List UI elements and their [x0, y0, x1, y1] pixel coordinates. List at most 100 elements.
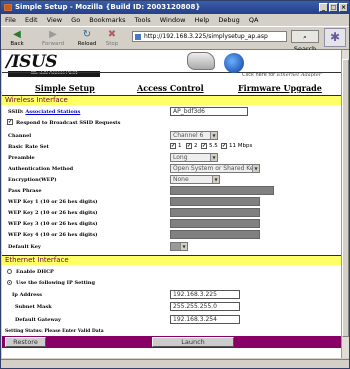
menu-qa[interactable]: QA [249, 16, 259, 24]
menu-bar: File Edit View Go Bookmarks Tools Window… [1, 14, 349, 26]
url-field[interactable]: http://192.168.3.225/simplysetup_ap.asp [132, 31, 287, 42]
gateway-input[interactable]: 192.168.3.254 [170, 315, 240, 324]
window-title: Simple Setup - Mozilla {Build ID: 200312… [15, 3, 201, 11]
forward-label: Forward [41, 41, 65, 47]
device-image [187, 52, 215, 70]
wep-key3-row: WEP Key 3 (10 or 26 hex digits) [2, 218, 341, 229]
forward-arrow-icon: ▶ [49, 29, 57, 40]
dhcp-row: Enable DHCP [2, 266, 341, 277]
maximize-button[interactable]: □ [329, 3, 338, 12]
search-button[interactable]: ⌕ Search [291, 30, 319, 53]
menu-tools[interactable]: Tools [135, 16, 151, 24]
static-ip-row: Use the following IP Setting [2, 277, 341, 288]
rate-1-label: 1 [178, 143, 182, 149]
rate-5-5-checkbox[interactable]: ✓ [201, 143, 207, 149]
setting-status: Setting Status: Please Enter Valid Data [5, 329, 104, 334]
nav-simple-setup[interactable]: Simple Setup [35, 83, 95, 93]
channel-label: Channel [8, 133, 32, 139]
rate-2-checkbox[interactable]: ✓ [186, 143, 192, 149]
nav-access-control[interactable]: Access Control [137, 83, 204, 93]
wep-key4-label: WEP Key 4 (10 or 26 hex digits) [8, 232, 98, 238]
wep-key2-label: WEP Key 2 (10 or 26 hex digits) [8, 210, 98, 216]
stop-button[interactable]: ✖ Stop [100, 29, 124, 47]
preamble-value: Long [173, 154, 188, 161]
ethernet-adapter-link[interactable]: Click here for Ethernet Adapter [242, 72, 321, 78]
wep-key1-input[interactable] [170, 197, 260, 206]
static-ip-radio[interactable] [7, 280, 12, 285]
enable-dhcp-radio[interactable] [7, 269, 12, 274]
channel-row: Channel Channel 6 ▼ [2, 130, 341, 141]
gateway-label: Default Gateway [15, 317, 61, 323]
static-ip-label: Use the following IP Setting [16, 280, 95, 286]
auth-row: Authentication Method Open System or Sha… [2, 163, 341, 174]
back-button[interactable]: ◀ Back [5, 29, 29, 47]
wep-key4-row: WEP Key 4 (10 or 26 hex digits) [2, 229, 341, 240]
wep-key3-label: WEP Key 3 (10 or 26 hex digits) [8, 221, 98, 227]
footer-bar: Restore Launch [2, 336, 341, 348]
menu-help[interactable]: Help [194, 16, 209, 24]
ip-address-input[interactable]: 192.168.3.225 [170, 290, 240, 299]
encryption-value: None [173, 176, 189, 183]
menu-view[interactable]: View [47, 16, 62, 24]
default-key-select[interactable]: ▼ [170, 242, 188, 251]
ethernet-section-header: Ethernet Interface [2, 255, 341, 265]
page-header: /ISUS WL-330 Access Point Click here for… [2, 50, 341, 83]
close-button[interactable]: × [339, 3, 348, 12]
wep-key2-input[interactable] [170, 208, 260, 217]
stop-icon: ✖ [107, 29, 117, 40]
wep-key2-row: WEP Key 2 (10 or 26 hex digits) [2, 207, 341, 218]
chevron-down-icon: ▼ [210, 154, 217, 161]
menu-file[interactable]: File [5, 16, 16, 24]
chevron-down-icon: ▼ [210, 132, 217, 139]
scrollbar-thumb[interactable] [342, 59, 349, 337]
launch-button[interactable]: Launch [152, 337, 234, 347]
wep-key3-input[interactable] [170, 219, 260, 228]
preamble-label: Preamble [8, 155, 35, 161]
rate-2-label: 2 [194, 143, 198, 149]
encryption-label: Encryption(WEP) [8, 177, 57, 183]
broadcast-ssid-checkbox[interactable]: ✓ [7, 119, 13, 125]
preamble-select[interactable]: Long ▼ [170, 153, 218, 162]
menu-edit[interactable]: Edit [25, 16, 38, 24]
broadcast-row: ✓ Respond to Broadcast SSID Requests [2, 117, 341, 128]
browser-window: Simple Setup - Mozilla {Build ID: 200312… [0, 0, 350, 369]
passphrase-input[interactable] [170, 186, 274, 195]
rate-1-checkbox[interactable]: ✓ [170, 143, 176, 149]
channel-select[interactable]: Channel 6 ▼ [170, 131, 218, 140]
auth-value: Open System or Shared Key [173, 165, 258, 172]
forward-button[interactable]: ▶ Forward [41, 29, 65, 47]
encryption-select[interactable]: None ▼ [170, 175, 220, 184]
subnet-mask-label: Subnet Mask [15, 304, 52, 310]
vertical-scrollbar[interactable] [341, 50, 349, 358]
preamble-row: Preamble Long ▼ [2, 152, 341, 163]
ip-address-label: Ip Address [12, 292, 42, 298]
app-icon [4, 4, 12, 11]
wep-key1-label: WEP Key 1 (10 or 26 hex digits) [8, 199, 98, 205]
main-nav: Simple Setup Access Control Firmware Upg… [2, 83, 341, 93]
restore-button[interactable]: Restore [5, 337, 46, 347]
reload-label: Reload [77, 41, 97, 47]
minimize-button[interactable]: _ [319, 3, 328, 12]
encryption-row: Encryption(WEP) None ▼ [2, 174, 341, 185]
menu-go[interactable]: Go [71, 16, 80, 24]
menu-bookmarks[interactable]: Bookmarks [89, 16, 125, 24]
subnet-mask-input[interactable]: 255.255.255.0 [170, 302, 240, 311]
rate-11-checkbox[interactable]: ✓ [221, 143, 227, 149]
enable-dhcp-label: Enable DHCP [16, 269, 54, 275]
auth-label: Authentication Method [8, 166, 74, 172]
reload-button[interactable]: ↻ Reload [75, 29, 99, 47]
back-arrow-icon: ◀ [13, 29, 21, 40]
menu-window[interactable]: Window [160, 16, 186, 24]
title-bar: Simple Setup - Mozilla {Build ID: 200312… [1, 1, 349, 14]
broadcast-ssid-label: Respond to Broadcast SSID Requests [16, 120, 121, 126]
search-icon: ⌕ [303, 33, 307, 41]
reload-icon: ↻ [82, 29, 92, 40]
menu-debug[interactable]: Debug [218, 16, 239, 24]
ip-address-row: Ip Address 192.168.3.225 [2, 289, 341, 300]
ssid-input[interactable]: AP_bdf3d6 [170, 107, 248, 116]
basic-rate-row: Basic Rate Set ✓ 1 ✓ 2 ✓ 5.5 ✓ 11 Mbps [2, 141, 341, 152]
wep-key4-input[interactable] [170, 230, 260, 239]
nav-firmware-upgrade[interactable]: Firmware Upgrade [238, 83, 322, 93]
associated-stations-link[interactable]: Associated Stations [25, 109, 80, 115]
auth-select[interactable]: Open System or Shared Key ▼ [170, 164, 260, 173]
